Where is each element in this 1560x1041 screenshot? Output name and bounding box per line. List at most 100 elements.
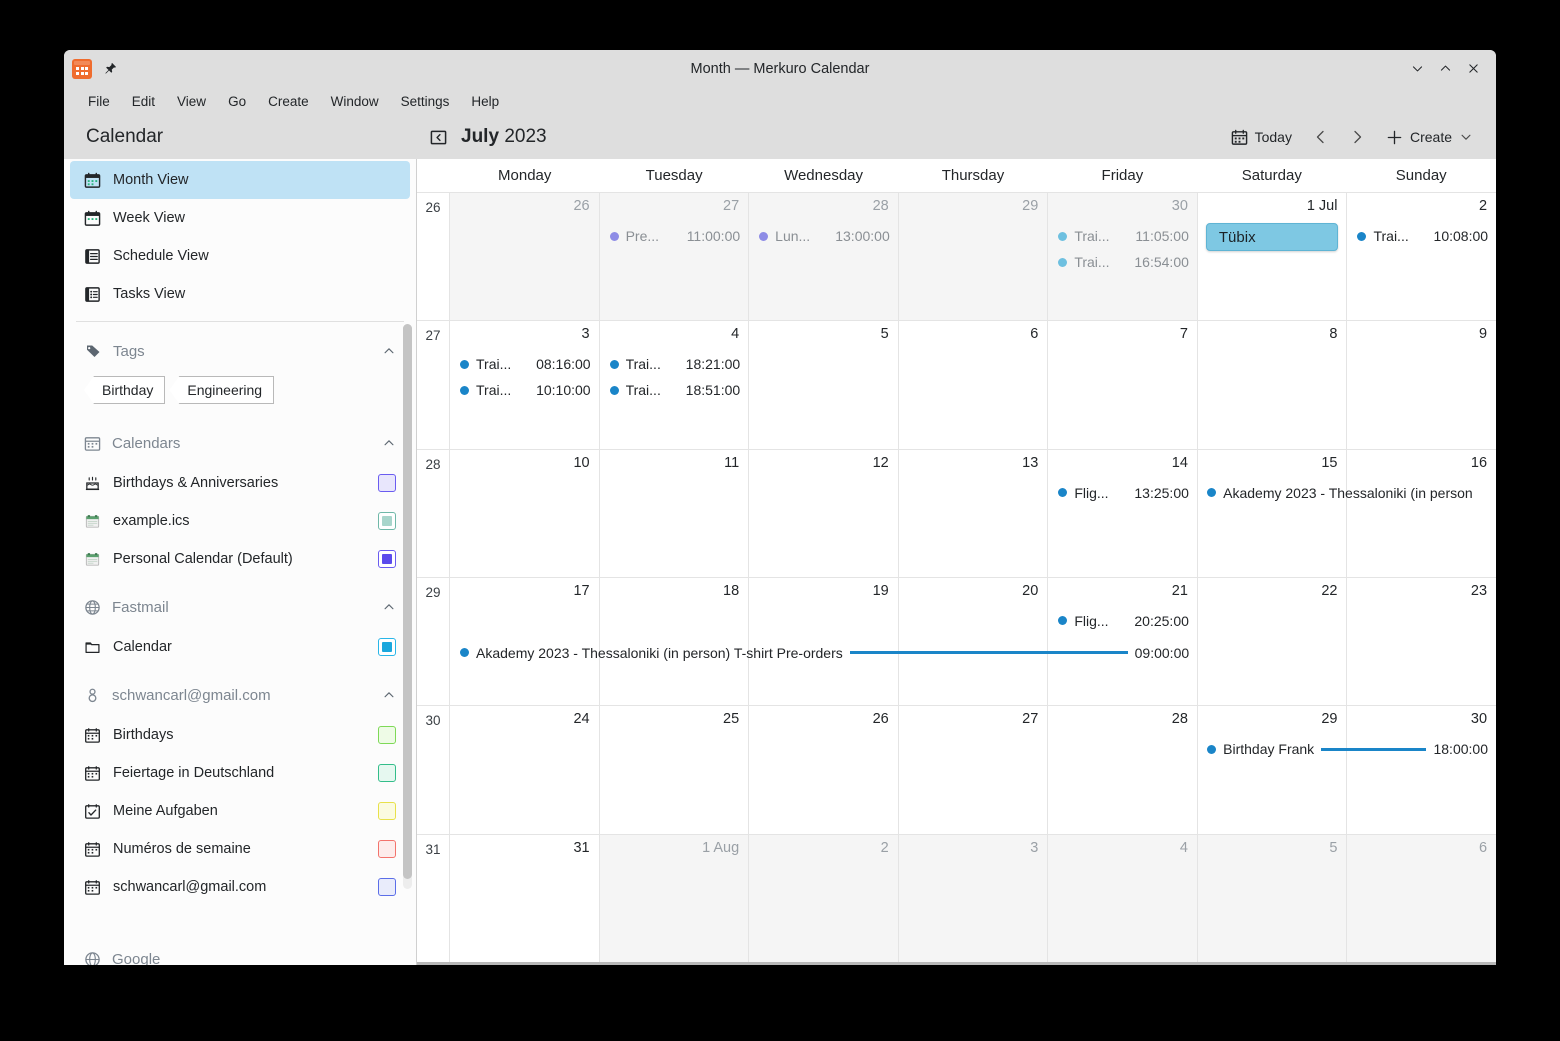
- menu-view[interactable]: View: [167, 91, 216, 112]
- color-swatch[interactable]: [378, 764, 396, 782]
- color-swatch[interactable]: [378, 726, 396, 744]
- calendar-multiday-event[interactable]: Akademy 2023 - Thessaloniki (in person) …: [450, 640, 1197, 666]
- menu-file[interactable]: File: [78, 91, 120, 112]
- week-number[interactable]: 31: [417, 835, 450, 962]
- week-number[interactable]: 30: [417, 706, 450, 833]
- day-cell[interactable]: 12: [749, 450, 899, 577]
- tags-section-header[interactable]: Tags: [64, 330, 416, 372]
- calendar-item-birthdays-anniversaries[interactable]: Birthdays & Anniversaries: [64, 464, 416, 502]
- calendar-item-personal-calendar[interactable]: Personal Calendar (Default): [64, 540, 416, 578]
- color-swatch[interactable]: [378, 878, 396, 896]
- day-cell[interactable]: 9: [1347, 321, 1496, 448]
- calendar-multiday-event[interactable]: Akademy 2023 - Thessaloniki (in person: [1197, 480, 1496, 506]
- calendar-event[interactable]: Trai...18:51:00: [600, 377, 749, 403]
- calendar-item-birthdays[interactable]: Birthdays: [64, 716, 416, 754]
- color-swatch[interactable]: [378, 802, 396, 820]
- day-cell[interactable]: 15: [1198, 450, 1348, 577]
- sidebar-scrollbar-thumb[interactable]: [403, 324, 412, 879]
- close-icon[interactable]: [1460, 56, 1486, 82]
- day-cell[interactable]: 28Lun...13:00:00: [749, 193, 899, 320]
- calendar-item-numeros-de-semaine[interactable]: Numéros de semaine: [64, 830, 416, 868]
- calendar-event[interactable]: Trai...10:08:00: [1347, 223, 1496, 249]
- week-number[interactable]: 27: [417, 321, 450, 448]
- tag-chip[interactable]: Birthday: [84, 376, 165, 404]
- day-cell[interactable]: 2Trai...10:08:00: [1347, 193, 1496, 320]
- day-cell[interactable]: 30Trai...11:05:00Trai...16:54:00: [1048, 193, 1198, 320]
- day-cell[interactable]: 4Trai...18:21:00Trai...18:51:00: [600, 321, 750, 448]
- menu-create[interactable]: Create: [258, 91, 319, 112]
- day-cell[interactable]: 3: [899, 835, 1049, 962]
- day-cell[interactable]: 2: [749, 835, 899, 962]
- day-cell[interactable]: 24: [450, 706, 600, 833]
- day-cell[interactable]: 1 Aug: [600, 835, 750, 962]
- day-cell[interactable]: 3Trai...08:16:00Trai...10:10:00: [450, 321, 600, 448]
- calendars-section-header[interactable]: Calendars: [64, 422, 416, 464]
- week-number[interactable]: 28: [417, 450, 450, 577]
- color-swatch[interactable]: [378, 638, 396, 656]
- calendar-item-schwancarl-gmail[interactable]: schwancarl@gmail.com: [64, 868, 416, 906]
- calendar-event[interactable]: Trai...16:54:00: [1048, 249, 1197, 275]
- collapse-sidebar-icon[interactable]: [427, 126, 449, 148]
- sidebar-scrollbar[interactable]: [403, 324, 412, 889]
- day-cell[interactable]: 6: [1347, 835, 1496, 962]
- chevron-left-icon[interactable]: [1305, 122, 1337, 152]
- day-cell[interactable]: 28: [1048, 706, 1198, 833]
- create-button[interactable]: Create: [1377, 124, 1482, 151]
- sidebar-item-tasks-view[interactable]: Tasks View: [70, 275, 410, 313]
- day-cell[interactable]: 30: [1347, 706, 1496, 833]
- day-cell[interactable]: 14Flig...13:25:00: [1048, 450, 1198, 577]
- menu-settings[interactable]: Settings: [391, 91, 460, 112]
- color-swatch[interactable]: [378, 840, 396, 858]
- chevron-up-icon[interactable]: [382, 344, 396, 358]
- sidebar-item-schedule-view[interactable]: Schedule View: [70, 237, 410, 275]
- calendar-event[interactable]: Trai...18:21:00: [600, 351, 749, 377]
- calendar-item-example-ics[interactable]: example.ics: [64, 502, 416, 540]
- calendar-item-meine-aufgaben[interactable]: Meine Aufgaben: [64, 792, 416, 830]
- chevron-up-icon[interactable]: [382, 436, 396, 450]
- day-cell[interactable]: 26: [749, 706, 899, 833]
- color-swatch[interactable]: [378, 512, 396, 530]
- day-cell[interactable]: 29: [1198, 706, 1348, 833]
- sidebar-item-week-view[interactable]: Week View: [70, 199, 410, 237]
- gmail-section-header[interactable]: schwancarl@gmail.com: [64, 674, 416, 716]
- day-cell[interactable]: 29: [899, 193, 1049, 320]
- calendar-event[interactable]: Trai...11:05:00: [1048, 223, 1197, 249]
- week-number[interactable]: 26: [417, 193, 450, 320]
- day-cell[interactable]: 22: [1198, 578, 1348, 705]
- day-cell[interactable]: 5: [749, 321, 899, 448]
- chevron-down-icon[interactable]: [1459, 130, 1473, 144]
- day-cell[interactable]: 27Pre...11:00:00: [600, 193, 750, 320]
- day-cell[interactable]: 16: [1347, 450, 1496, 577]
- day-cell[interactable]: 10: [450, 450, 600, 577]
- sidebar-item-month-view[interactable]: Month View: [70, 161, 410, 199]
- day-cell[interactable]: 5: [1198, 835, 1348, 962]
- week-number[interactable]: 29: [417, 578, 450, 705]
- day-cell[interactable]: 8: [1198, 321, 1348, 448]
- day-cell[interactable]: 6: [899, 321, 1049, 448]
- color-swatch[interactable]: [378, 474, 396, 492]
- menu-go[interactable]: Go: [218, 91, 256, 112]
- day-cell[interactable]: 11: [600, 450, 750, 577]
- calendar-multiday-event[interactable]: Birthday Frank18:00:00: [1197, 736, 1496, 762]
- calendar-event[interactable]: Flig...13:25:00: [1048, 480, 1197, 506]
- day-cell[interactable]: 27: [899, 706, 1049, 833]
- day-cell[interactable]: 26: [450, 193, 600, 320]
- calendar-event[interactable]: Flig...20:25:00: [1048, 608, 1197, 634]
- menu-edit[interactable]: Edit: [122, 91, 165, 112]
- chevron-right-icon[interactable]: [1341, 122, 1373, 152]
- day-cell[interactable]: 25: [600, 706, 750, 833]
- calendar-item-fastmail-calendar[interactable]: Calendar: [64, 628, 416, 666]
- cut-off-section-header[interactable]: Google: [64, 951, 416, 965]
- day-cell[interactable]: 7: [1048, 321, 1198, 448]
- calendar-event[interactable]: Trai...08:16:00: [450, 351, 599, 377]
- day-cell[interactable]: 23: [1347, 578, 1496, 705]
- day-cell[interactable]: 1 JulTübix: [1198, 193, 1348, 320]
- chevron-up-icon[interactable]: [382, 688, 396, 702]
- calendar-event[interactable]: Lun...13:00:00: [749, 223, 898, 249]
- day-cell[interactable]: 13: [899, 450, 1049, 577]
- menu-window[interactable]: Window: [321, 91, 389, 112]
- today-button[interactable]: Today: [1222, 124, 1301, 151]
- calendar-event-pill[interactable]: Tübix: [1206, 223, 1339, 251]
- menu-help[interactable]: Help: [461, 91, 509, 112]
- pin-icon[interactable]: [102, 61, 118, 77]
